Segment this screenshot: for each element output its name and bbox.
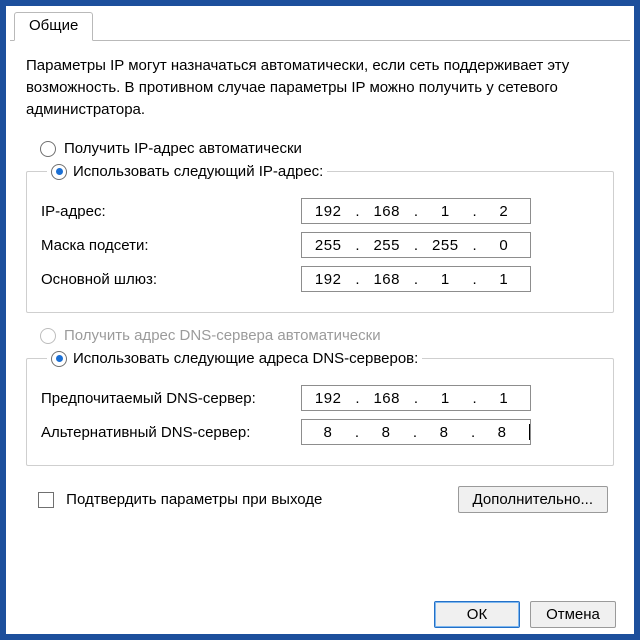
ip-octet: 168 <box>361 203 413 220</box>
option-dns-auto-label: Получить адрес DNS-сервера автоматически <box>64 327 381 344</box>
label-subnet-mask: Маска подсети: <box>41 237 301 254</box>
bottom-row: Подтвердить параметры при выходе Дополни… <box>26 480 614 513</box>
group-dns-manual: Использовать следующие адреса DNS-сервер… <box>26 350 614 466</box>
ip-octet: 1 <box>478 390 530 407</box>
row-ip-address: IP-адрес: 192. 168. 1. 2 <box>41 198 599 224</box>
input-gateway[interactable]: 192. 168. 1. 1 <box>301 266 531 292</box>
checkbox-validate-label: Подтвердить параметры при выходе <box>66 491 322 508</box>
ip-octet: 255 <box>419 237 471 254</box>
ip-octet: 2 <box>478 203 530 220</box>
dialog-window: Общие Параметры IP могут назначаться авт… <box>0 0 640 640</box>
ip-octet: 255 <box>361 237 413 254</box>
ip-octet: 1 <box>419 390 471 407</box>
group-ip-manual: Использовать следующий IP-адрес: IP-адре… <box>26 163 614 313</box>
advanced-button[interactable]: Дополнительно... <box>458 486 608 513</box>
cancel-button[interactable]: Отмена <box>530 601 616 628</box>
checkbox-validate-on-exit[interactable]: Подтвердить параметры при выходе <box>38 491 322 508</box>
ip-octet: 192 <box>302 271 354 288</box>
row-gateway: Основной шлюз: 192. 168. 1. 1 <box>41 266 599 292</box>
input-subnet-mask[interactable]: 255. 255. 255. 0 <box>301 232 531 258</box>
tab-pane-general: Параметры IP могут назначаться автоматич… <box>10 41 630 513</box>
ip-octet: 1 <box>478 271 530 288</box>
row-dns-preferred: Предпочитаемый DNS-сервер: 192. 168. 1. … <box>41 385 599 411</box>
radio-icon <box>40 328 56 344</box>
row-subnet-mask: Маска подсети: 255. 255. 255. 0 <box>41 232 599 258</box>
dialog-buttons: ОК Отмена <box>434 601 616 628</box>
tab-strip: Общие <box>10 10 630 41</box>
ip-octet: 8 <box>476 424 528 441</box>
ip-octet: 1 <box>419 271 471 288</box>
advanced-button-label: Дополнительно... <box>473 491 593 508</box>
label-gateway: Основной шлюз: <box>41 271 301 288</box>
text-caret <box>529 424 530 440</box>
label-dns-alternate: Альтернативный DNS-сервер: <box>41 424 301 441</box>
cancel-button-label: Отмена <box>546 606 600 623</box>
radio-icon <box>40 141 56 157</box>
ip-octet: 8 <box>302 424 354 441</box>
ip-octet: 0 <box>478 237 530 254</box>
ip-octet: 255 <box>302 237 354 254</box>
option-ip-auto-label: Получить IP-адрес автоматически <box>64 140 302 157</box>
label-ip-address: IP-адрес: <box>41 203 301 220</box>
ip-octet: 192 <box>302 390 354 407</box>
option-ip-manual-label: Использовать следующий IP-адрес: <box>73 163 323 180</box>
ip-octet: 192 <box>302 203 354 220</box>
input-dns-alternate[interactable]: 8. 8. 8. 8 <box>301 419 531 445</box>
tab-general[interactable]: Общие <box>14 12 93 41</box>
option-dns-manual[interactable]: Использовать следующие адреса DNS-сервер… <box>47 350 422 367</box>
ip-octet: 8 <box>360 424 412 441</box>
ip-octet: 8 <box>418 424 470 441</box>
input-ip-address[interactable]: 192. 168. 1. 2 <box>301 198 531 224</box>
option-ip-manual[interactable]: Использовать следующий IP-адрес: <box>47 163 327 180</box>
row-dns-alternate: Альтернативный DNS-сервер: 8. 8. 8. 8 <box>41 419 599 445</box>
radio-icon <box>51 164 67 180</box>
ip-octet: 168 <box>361 390 413 407</box>
ok-button-label: ОК <box>467 606 487 623</box>
input-dns-preferred[interactable]: 192. 168. 1. 1 <box>301 385 531 411</box>
label-dns-preferred: Предпочитаемый DNS-сервер: <box>41 390 301 407</box>
ip-octet: 1 <box>419 203 471 220</box>
dialog-client: Общие Параметры IP могут назначаться авт… <box>10 10 630 634</box>
ok-button[interactable]: ОК <box>434 601 520 628</box>
ip-octet: 168 <box>361 271 413 288</box>
option-dns-auto: Получить адрес DNS-сервера автоматически <box>26 327 614 344</box>
tab-general-label: Общие <box>29 17 78 34</box>
intro-text: Параметры IP могут назначаться автоматич… <box>26 55 614 120</box>
option-dns-manual-label: Использовать следующие адреса DNS-сервер… <box>73 350 418 367</box>
checkbox-icon <box>38 492 54 508</box>
option-ip-auto[interactable]: Получить IP-адрес автоматически <box>26 140 614 157</box>
radio-icon <box>51 351 67 367</box>
